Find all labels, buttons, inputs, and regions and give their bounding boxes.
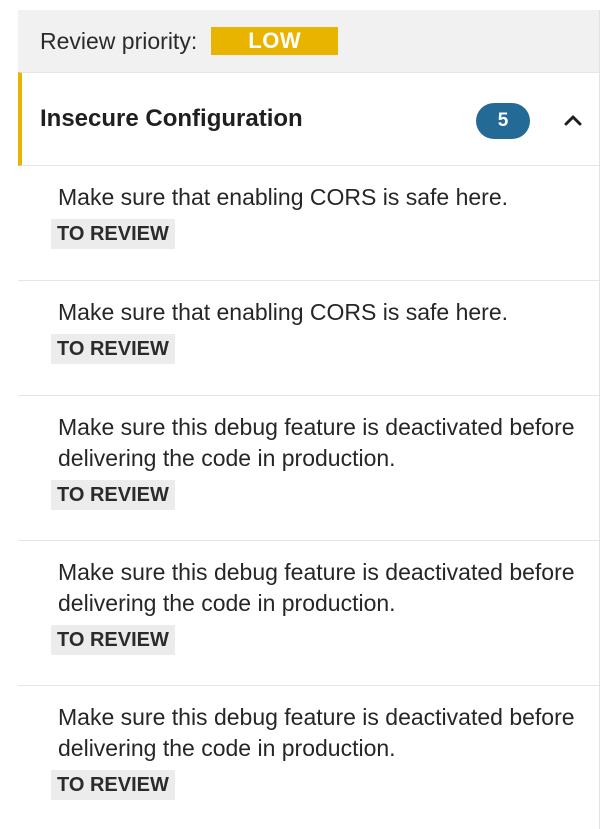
- category-header-insecure-configuration[interactable]: Insecure Configuration 5: [18, 72, 599, 166]
- review-priority-badge: LOW: [211, 27, 339, 55]
- hotspot-message: Make sure this debug feature is deactiva…: [58, 704, 575, 761]
- status-tag: TO REVIEW: [51, 480, 175, 510]
- hotspot-item[interactable]: Make sure that enabling CORS is safe her…: [18, 166, 599, 281]
- hotspot-item[interactable]: Make sure this debug feature is deactiva…: [18, 541, 599, 686]
- category-title: Insecure Configuration: [40, 105, 303, 132]
- hotspot-message: Make sure that enabling CORS is safe her…: [58, 184, 509, 210]
- hotspot-item[interactable]: Make sure this debug feature is deactiva…: [18, 396, 599, 541]
- status-tag: TO REVIEW: [51, 770, 175, 800]
- hotspots-panel: Review priority: LOW Insecure Configurat…: [18, 10, 600, 829]
- hotspot-message: Make sure this debug feature is deactiva…: [58, 414, 575, 471]
- review-priority-label: Review priority:: [40, 27, 198, 54]
- status-tag: TO REVIEW: [51, 219, 175, 249]
- hotspot-message: Make sure that enabling CORS is safe her…: [58, 299, 509, 325]
- hotspot-item[interactable]: Make sure that enabling CORS is safe her…: [18, 281, 599, 396]
- status-tag: TO REVIEW: [51, 625, 175, 655]
- chevron-up-icon[interactable]: [562, 109, 584, 131]
- issue-count-badge: 5: [476, 103, 530, 139]
- status-tag: TO REVIEW: [51, 334, 175, 364]
- review-priority-bar: Review priority: LOW: [18, 10, 599, 72]
- hotspot-message: Make sure this debug feature is deactiva…: [58, 559, 575, 616]
- hotspot-item[interactable]: Make sure this debug feature is deactiva…: [18, 686, 599, 829]
